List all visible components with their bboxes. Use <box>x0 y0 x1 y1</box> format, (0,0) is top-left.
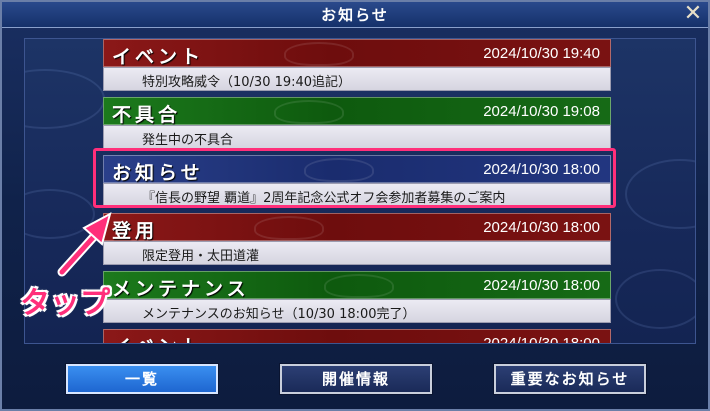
news-header: イベント 2024/10/30 19:40 <box>103 39 611 68</box>
news-window: お知らせ ✕ イベント 2024/10/30 19:40 特別攻略威令（10/3… <box>0 0 710 411</box>
window-titlebar: お知らせ <box>2 2 708 28</box>
news-date: 2024/10/30 19:40 <box>483 45 600 62</box>
news-title: メンテナンスのお知らせ（10/30 18:00完了） <box>142 307 416 322</box>
list-button[interactable]: 一覧 <box>66 364 218 394</box>
news-item[interactable]: 不具合 2024/10/30 19:08 発生中の不具合 <box>103 97 611 150</box>
news-title: 限定登用・太田道灌 <box>142 249 260 264</box>
news-item[interactable]: 登用 2024/10/30 18:00 限定登用・太田道灌 <box>103 213 611 266</box>
news-body: メンテナンスのお知らせ（10/30 18:00完了） <box>103 299 611 323</box>
news-item[interactable]: メンテナンス 2024/10/30 18:00 メンテナンスのお知らせ（10/3… <box>103 271 611 324</box>
news-body: 特別攻略威令（10/30 19:40追記） <box>103 67 611 91</box>
wave-decoration <box>615 269 695 329</box>
news-title: 『信長の野望 覇道』2周年記念公式オフ会参加者募集のご案内 <box>142 191 506 206</box>
news-header: 不具合 2024/10/30 19:08 <box>103 97 611 126</box>
flame-decoration <box>254 216 324 240</box>
events-button-label: 開催情報 <box>321 370 390 388</box>
news-title: 特別攻略威令（10/30 19:40追記） <box>142 75 352 90</box>
news-category: 登用 <box>112 220 159 242</box>
news-category: イベント <box>112 332 204 343</box>
news-item[interactable]: イベント 2024/10/30 19:40 特別攻略威令（10/30 19:40… <box>103 39 611 92</box>
news-item[interactable]: イベント 2024/10/30 18:00 <box>103 329 611 344</box>
news-category: イベント <box>112 46 205 68</box>
news-header: メンテナンス 2024/10/30 18:00 <box>103 271 611 300</box>
news-header: イベント 2024/10/30 18:00 <box>103 329 611 344</box>
news-category: メンテナンス <box>112 278 250 300</box>
news-list[interactable]: イベント 2024/10/30 19:40 特別攻略威令（10/30 19:40… <box>24 38 696 344</box>
window-title: お知らせ <box>321 6 389 24</box>
news-item[interactable]: お知らせ 2024/10/30 18:00 『信長の野望 覇道』2周年記念公式オ… <box>103 155 611 208</box>
news-body: 『信長の野望 覇道』2周年記念公式オフ会参加者募集のご案内 <box>103 183 611 207</box>
news-date: 2024/10/30 18:00 <box>483 277 600 294</box>
flame-decoration <box>284 42 354 66</box>
news-date: 2024/10/30 18:00 <box>483 335 600 344</box>
flame-decoration <box>274 100 344 124</box>
news-date: 2024/10/30 18:00 <box>483 161 600 178</box>
news-category: 不具合 <box>112 104 182 126</box>
news-header: 登用 2024/10/30 18:00 <box>103 213 611 242</box>
close-icon[interactable]: ✕ <box>682 3 704 26</box>
wave-decoration <box>25 69 105 129</box>
news-category: お知らせ <box>112 162 204 184</box>
important-news-button-label: 重要なお知らせ <box>510 370 630 388</box>
wave-decoration <box>25 189 95 239</box>
important-news-button[interactable]: 重要なお知らせ <box>494 364 646 394</box>
news-title: 発生中の不具合 <box>142 133 234 148</box>
news-body: 発生中の不具合 <box>103 125 611 149</box>
flame-decoration <box>324 274 394 298</box>
tap-annotation: タップ <box>20 286 110 321</box>
wave-decoration <box>625 159 695 229</box>
list-button-label: 一覧 <box>124 370 159 388</box>
flame-decoration <box>304 158 374 182</box>
news-date: 2024/10/30 19:08 <box>483 103 600 120</box>
events-button[interactable]: 開催情報 <box>280 364 432 394</box>
news-body: 限定登用・太田道灌 <box>103 241 611 265</box>
news-date: 2024/10/30 18:00 <box>483 219 600 236</box>
news-header: お知らせ 2024/10/30 18:00 <box>103 155 611 184</box>
